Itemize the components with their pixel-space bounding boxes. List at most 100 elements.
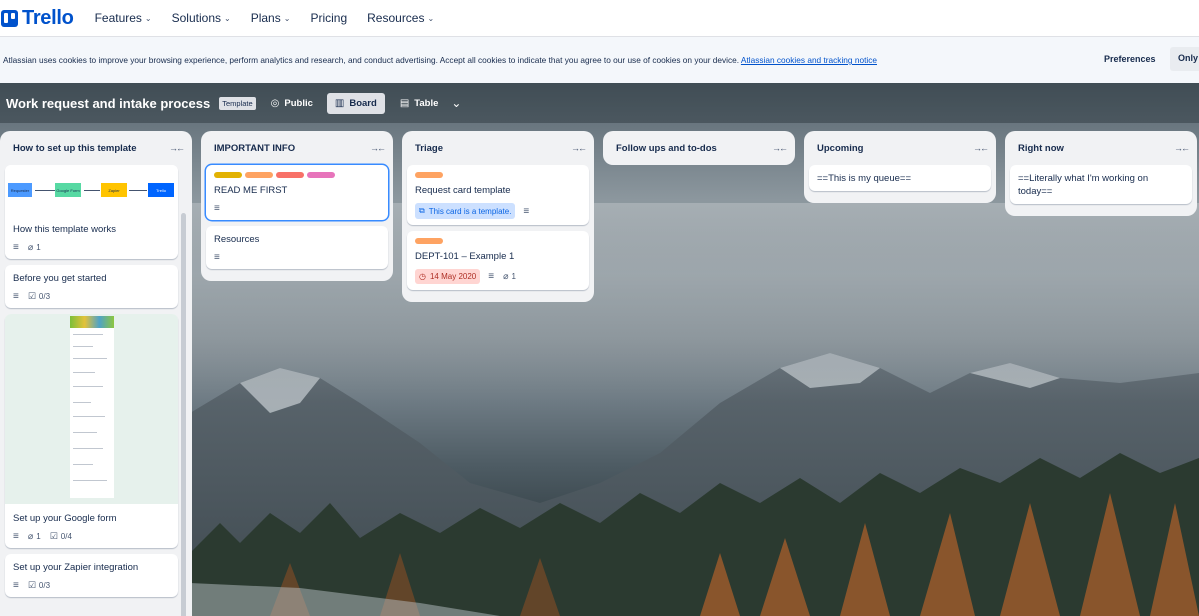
collapse-list-icon[interactable]: →← <box>1174 143 1190 153</box>
card-title: How this template works <box>13 224 116 235</box>
trello-logo[interactable]: Trello <box>1 7 74 30</box>
card-title: DEPT-101 – Example 1 <box>415 251 515 262</box>
logo-text: Trello <box>22 6 74 29</box>
card-set-up-zapier[interactable]: Set up your Zapier integration ≡ ☑ 0/3 <box>5 554 178 597</box>
list-scrollbar[interactable] <box>181 213 186 616</box>
clock-icon: ◷ <box>419 272 426 281</box>
card-my-queue[interactable]: ==This is my queue== <box>809 165 991 191</box>
chevron-down-icon: ⌄ <box>427 13 435 23</box>
list-follow-ups: Follow ups and to-dos →← <box>603 131 795 165</box>
card-title: Request card template <box>415 185 511 196</box>
card-cover-flow-diagram: Requester Google Form Zapier Trello <box>5 165 178 215</box>
label-orange[interactable] <box>415 238 443 244</box>
list-title[interactable]: Follow ups and to-dos <box>616 143 717 154</box>
template-icon: ⧉ <box>419 206 425 215</box>
card-cover-form-image <box>5 314 178 504</box>
description-icon: ≡ <box>13 580 19 591</box>
card-title: READ ME FIRST <box>214 185 288 196</box>
board-canvas: Work request and intake process Template… <box>0 83 1199 616</box>
form-line <box>73 464 93 465</box>
label-pink[interactable] <box>307 172 335 178</box>
description-icon: ≡ <box>13 242 19 253</box>
chevron-down-icon: ⌄ <box>224 13 231 23</box>
checklist-icon: ☑ <box>49 531 58 541</box>
list-how-to-set-up: How to set up this template →← Requester… <box>0 131 192 616</box>
form-line <box>73 480 107 481</box>
collapse-list-icon[interactable]: →← <box>370 143 386 153</box>
label-orange[interactable] <box>415 172 443 178</box>
form-preview <box>70 316 114 498</box>
flow-arrow <box>35 190 55 191</box>
card-title: ==Literally what I'm working on today== <box>1018 173 1149 197</box>
attachment-icon: ⌀ <box>27 531 34 541</box>
list-title[interactable]: Triage <box>415 143 443 154</box>
visibility-button[interactable]: ◎ Public <box>271 98 313 109</box>
card-title: Before you get started <box>13 273 107 284</box>
collapse-list-icon[interactable]: →← <box>169 143 185 153</box>
flow-node: Google Form <box>55 183 81 197</box>
flow-node: Zapier <box>101 183 127 197</box>
nav-resources[interactable]: Resources ⌄ <box>367 11 434 25</box>
list-title[interactable]: IMPORTANT INFO <box>214 143 295 154</box>
chevron-down-icon[interactable]: ⌄ <box>451 96 461 110</box>
card-title: Resources <box>214 234 260 245</box>
label-yellow[interactable] <box>214 172 242 178</box>
only-necessary-button[interactable]: Only <box>1170 47 1199 71</box>
list-title[interactable]: Right now <box>1018 143 1064 154</box>
description-icon: ≡ <box>523 205 530 217</box>
label-red[interactable] <box>276 172 304 178</box>
nav-pricing-label: Pricing <box>310 11 348 25</box>
checklist-count: 0/3 <box>38 292 51 301</box>
description-icon: ≡ <box>13 291 19 302</box>
list-title[interactable]: Upcoming <box>817 143 863 154</box>
card-set-up-google-form[interactable]: Set up your Google form ≡ ⌀ 1 ☑ 0/4 <box>5 314 178 548</box>
collapse-list-icon[interactable]: →← <box>973 143 989 153</box>
label-orange[interactable] <box>245 172 273 178</box>
board-header: Work request and intake process Template… <box>0 83 1199 123</box>
card-resources[interactable]: Resources ≡ <box>206 226 388 269</box>
card-working-on-today[interactable]: ==Literally what I'm working on today== <box>1010 165 1192 204</box>
form-line <box>73 334 103 335</box>
card-how-this-template-works[interactable]: Requester Google Form Zapier Trello How … <box>5 165 178 259</box>
flow-arrow <box>84 190 100 191</box>
due-date-badge[interactable]: ◷ 14 May 2020 <box>415 269 481 284</box>
preferences-button[interactable]: Preferences <box>1094 50 1166 68</box>
attachment-count: 1 <box>36 532 41 541</box>
nav-features[interactable]: Features ⌄ <box>95 11 152 25</box>
nav-resources-label: Resources <box>367 11 425 25</box>
nav-solutions[interactable]: Solutions ⌄ <box>172 11 231 25</box>
nav-plans[interactable]: Plans ⌄ <box>251 11 291 25</box>
card-before-you-get-started[interactable]: Before you get started ≡ ☑ 0/3 <box>5 265 178 308</box>
card-labels <box>214 172 380 178</box>
nav-solutions-label: Solutions <box>171 11 221 25</box>
card-read-me-first[interactable]: READ ME FIRST ≡ <box>206 165 388 220</box>
card-title: Set up your Zapier integration <box>13 562 139 573</box>
board-view-label: Board <box>349 97 377 109</box>
card-dept-101-example[interactable]: DEPT-101 – Example 1 ◷ 14 May 2020 ≡ ⌀ 1 <box>407 231 589 290</box>
template-badge: Template <box>219 96 256 110</box>
chevron-down-icon: ⌄ <box>144 13 152 23</box>
form-line <box>73 416 105 417</box>
board-icon: ▥ <box>334 97 345 109</box>
card-title: ==This is my queue== <box>817 173 911 184</box>
collapse-list-icon[interactable]: →← <box>571 143 587 153</box>
checklist-count: 0/3 <box>38 581 51 590</box>
attachment-count: 1 <box>511 272 516 281</box>
cookie-message: Atlassian uses cookies to improve your b… <box>3 55 740 65</box>
flow-node: Requester <box>8 183 32 197</box>
attachment-icon: ⌀ <box>27 242 34 252</box>
visibility-label: Public <box>284 97 313 109</box>
cookie-notice-link[interactable]: Atlassian cookies and tracking notice <box>741 55 877 65</box>
list-title[interactable]: How to set up this template <box>13 143 137 154</box>
collapse-list-icon[interactable]: →← <box>772 143 788 153</box>
board-title[interactable]: Work request and intake process <box>6 96 210 111</box>
form-line <box>73 432 97 433</box>
flow-node: Trello <box>148 183 174 197</box>
board-view-button[interactable]: ▥ Board <box>326 92 385 114</box>
card-request-card-template[interactable]: Request card template ⧉ This card is a te… <box>407 165 589 225</box>
attachment-icon: ⌀ <box>503 271 509 281</box>
form-line <box>73 386 103 387</box>
nav-pricing[interactable]: Pricing <box>310 11 347 25</box>
table-icon: ▤ <box>399 97 410 109</box>
table-view-button[interactable]: ▤ Table <box>400 98 439 109</box>
